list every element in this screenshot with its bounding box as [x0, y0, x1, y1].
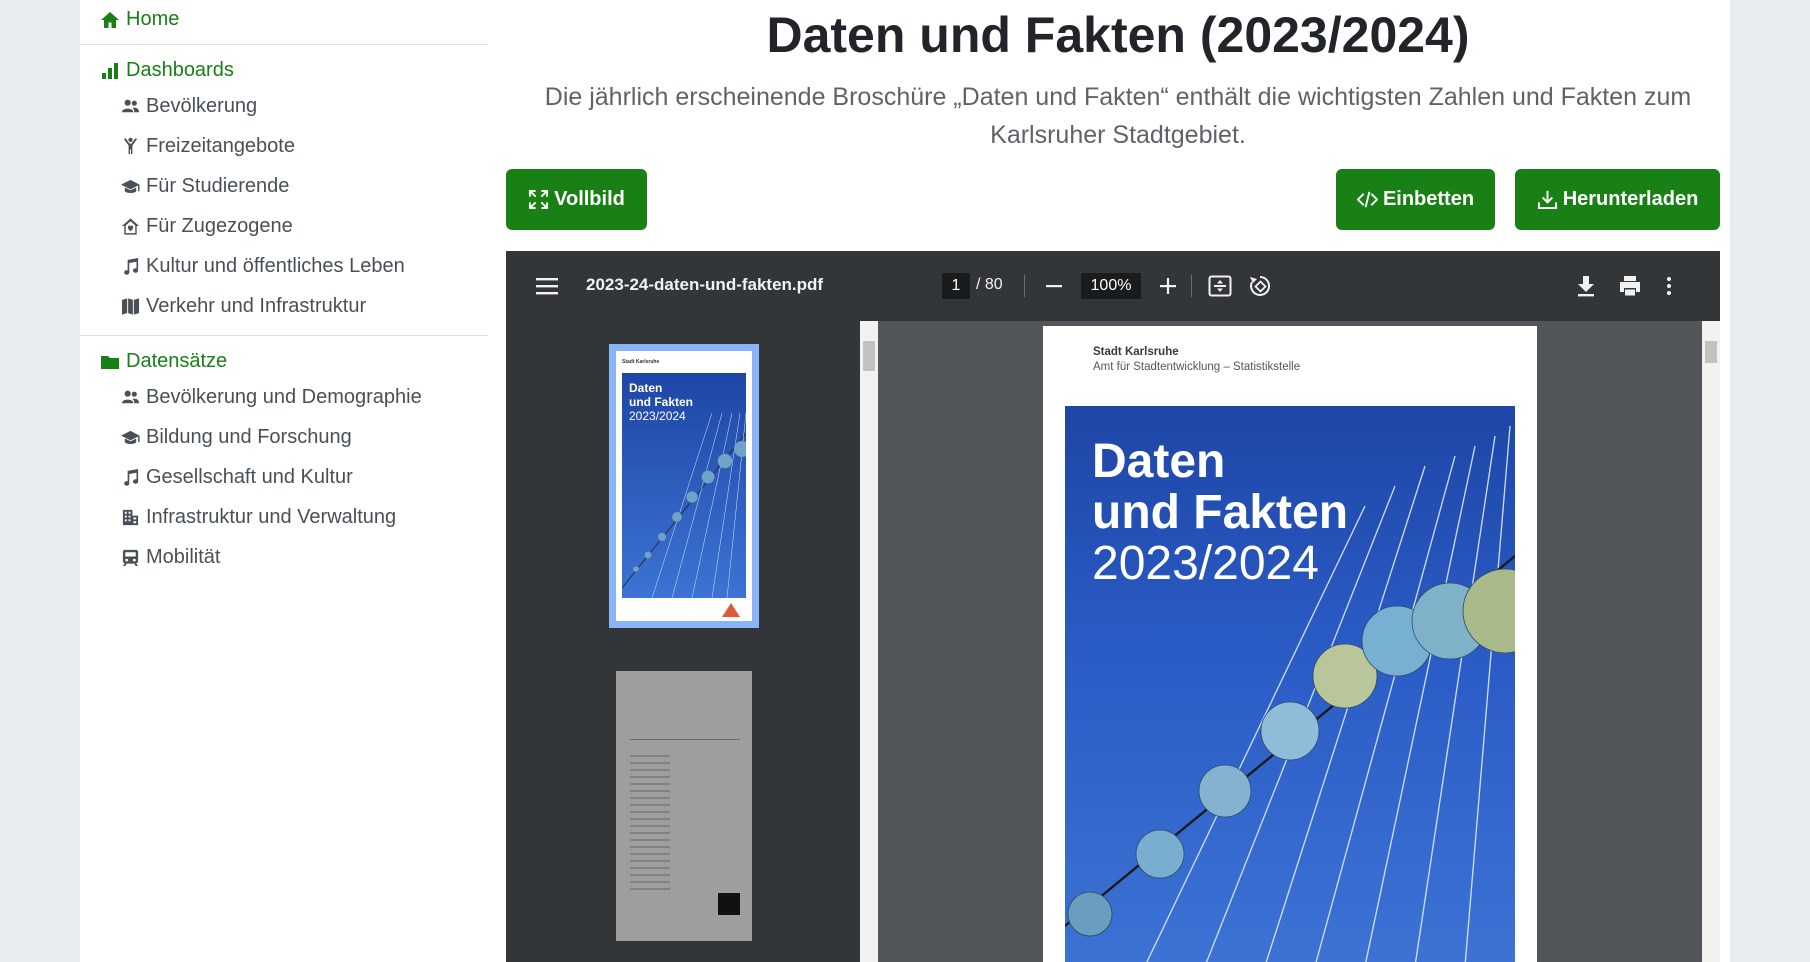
rotate-icon[interactable] — [1248, 274, 1272, 298]
nav-home[interactable]: Home — [100, 8, 179, 31]
users-icon — [121, 390, 139, 404]
nav-datensaetze[interactable]: Datensätze — [100, 350, 227, 373]
zoom-in-icon[interactable] — [1158, 276, 1178, 296]
thumbnail-scrollbar-thumb[interactable] — [863, 341, 875, 371]
cover-title-line1: Daten — [1092, 435, 1226, 488]
sidebar-item-kultur[interactable]: Kultur und öffentliches Leben — [120, 255, 405, 278]
person-icon — [123, 137, 137, 155]
download-icon — [1537, 190, 1557, 210]
download-button[interactable]: Herunterladen — [1515, 169, 1720, 230]
thumbnail-page-1-sheet: Stadt Karlsruhe Daten und Fakten 2023/20… — [616, 351, 752, 621]
thumbnail-rule — [630, 739, 740, 740]
sidebar-item-label: Verkehr und Infrastruktur — [146, 295, 367, 317]
divider — [80, 335, 488, 336]
embed-button-label: Einbetten — [1382, 188, 1475, 210]
download-button-label: Herunterladen — [1562, 188, 1699, 210]
main-scrollbar-thumb[interactable] — [1705, 341, 1717, 363]
karlsruhe-logo — [722, 603, 740, 617]
thumbnail-scrollbar[interactable] — [860, 321, 878, 962]
sidebar-item-bevoelkerung[interactable]: Bevölkerung — [120, 95, 257, 118]
cover-title: Daten und Fakten 2023/2024 — [1092, 436, 1348, 589]
sidebar-item-mobilitaet[interactable]: Mobilität — [120, 546, 220, 569]
thumbnail-cover-image — [622, 412, 746, 598]
qr-code-icon — [718, 893, 740, 915]
users-icon — [121, 99, 139, 113]
menu-icon[interactable] — [536, 276, 558, 296]
thumbnail-page-1[interactable]: Stadt Karlsruhe Daten und Fakten 2023/20… — [609, 344, 759, 628]
sidebar-item-studierende[interactable]: Für Studierende — [120, 175, 289, 198]
music-icon — [123, 257, 138, 275]
page-title: Daten und Fakten (2023/2024) — [766, 7, 1470, 63]
page-total: / 80 — [976, 276, 1003, 293]
graduation-cap-icon — [120, 430, 140, 445]
sidebar-item-zugezogene[interactable]: Für Zugezogene — [120, 215, 293, 238]
pdf-toolbar: 2023-24-daten-und-fakten.pdf 1 / 80 100% — [506, 251, 1720, 321]
thumbnail-pane: Stadt Karlsruhe Daten und Fakten 2023/20… — [506, 321, 878, 962]
bar-chart-icon — [102, 62, 118, 79]
cover-org-dept: Amt für Stadtentwicklung – Statistikstel… — [1093, 361, 1301, 373]
main-scrollbar[interactable] — [1702, 321, 1720, 962]
thumbnail-org-name: Stadt Karlsruhe — [622, 359, 660, 365]
zoom-out-icon[interactable] — [1044, 276, 1064, 296]
sidebar-item-label: Bevölkerung — [146, 95, 258, 117]
fit-page-icon[interactable] — [1208, 275, 1232, 297]
page-subtitle: Die jährlich erscheinende Broschüre „Dat… — [544, 83, 1692, 149]
nav-dashboards-label: Dashboards — [126, 59, 234, 81]
sidebar-item-infrastruktur[interactable]: Infrastruktur und Verwaltung — [120, 506, 396, 529]
sidebar: Home Dashboards Bevölkerung Freizeitange… — [80, 0, 488, 962]
embed-button[interactable]: Einbetten — [1336, 169, 1495, 230]
building-icon — [122, 509, 138, 526]
sidebar-item-bevoelkerung-demographie[interactable]: Bevölkerung und Demographie — [120, 386, 422, 409]
toolbar-separator — [1191, 275, 1192, 297]
print-icon[interactable] — [1618, 275, 1642, 297]
sidebar-item-bildung[interactable]: Bildung und Forschung — [120, 426, 352, 449]
fullscreen-button[interactable]: Vollbild — [506, 169, 647, 230]
sidebar-item-label: Bildung und Forschung — [146, 426, 352, 448]
pdf-page-1: Stadt Karlsruhe Amt für Stadtentwicklung… — [1043, 326, 1537, 962]
folder-icon — [101, 355, 119, 369]
sidebar-item-label: Für Zugezogene — [146, 215, 293, 237]
cover-org-name: Stadt Karlsruhe — [1093, 346, 1179, 358]
expand-icon — [529, 189, 549, 210]
nav-datensaetze-label: Datensätze — [126, 350, 228, 372]
sidebar-item-label: Infrastruktur und Verwaltung — [146, 506, 397, 528]
cover-title-line3: 2023/2024 — [1092, 537, 1319, 590]
sidebar-item-label: Freizeitangebote — [146, 135, 295, 157]
download-icon[interactable] — [1576, 275, 1596, 297]
toolbar-separator — [1024, 275, 1025, 297]
sidebar-item-label: Für Studierende — [146, 175, 290, 197]
sidebar-item-label: Gesellschaft und Kultur — [146, 466, 353, 488]
tram-icon — [122, 549, 138, 567]
page: Home Dashboards Bevölkerung Freizeitange… — [80, 0, 1730, 962]
thumbnail-text-lines — [630, 755, 670, 895]
cover-image: Daten und Fakten 2023/2024 — [1065, 406, 1515, 962]
house-heart-icon — [121, 218, 139, 235]
nav-home-label: Home — [126, 8, 180, 30]
pdf-viewer: 2023-24-daten-und-fakten.pdf 1 / 80 100% — [506, 251, 1720, 962]
cover-title-line2: und Fakten — [1092, 486, 1349, 539]
sidebar-item-label: Bevölkerung und Demographie — [146, 386, 422, 408]
pdf-filename: 2023-24-daten-und-fakten.pdf — [586, 275, 824, 294]
music-icon — [123, 468, 138, 486]
sidebar-item-verkehr[interactable]: Verkehr und Infrastruktur — [120, 295, 366, 318]
home-icon — [101, 11, 119, 28]
thumbnail-page-2[interactable] — [616, 671, 752, 941]
sidebar-item-freizeitangebote[interactable]: Freizeitangebote — [120, 135, 295, 158]
more-options-icon[interactable] — [1666, 276, 1672, 296]
sidebar-item-label: Kultur und öffentliches Leben — [146, 255, 405, 277]
thumbnail-cover: Daten und Fakten 2023/2024 — [622, 373, 746, 598]
sidebar-item-gesellschaft[interactable]: Gesellschaft und Kultur — [120, 466, 353, 489]
page-number-input[interactable]: 1 — [942, 273, 970, 299]
divider — [80, 44, 488, 45]
fullscreen-button-label: Vollbild — [554, 188, 625, 210]
zoom-level-input[interactable]: 100% — [1081, 273, 1141, 299]
map-icon — [121, 298, 139, 315]
sidebar-item-label: Mobilität — [146, 546, 221, 568]
nav-dashboards[interactable]: Dashboards — [100, 59, 234, 82]
code-icon — [1356, 191, 1378, 208]
graduation-cap-icon — [120, 179, 140, 194]
